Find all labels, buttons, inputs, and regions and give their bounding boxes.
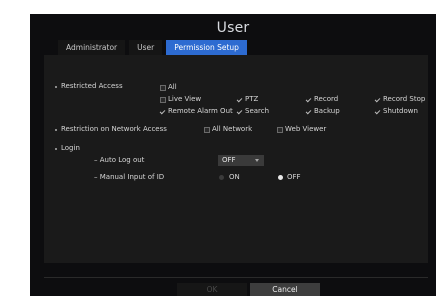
record-checkbox[interactable] (306, 97, 312, 103)
ptz-label: PTZ (245, 95, 259, 103)
tab-administrator[interactable]: Administrator (58, 40, 126, 55)
section-bullet (55, 129, 57, 131)
all-network-checkbox[interactable] (204, 127, 210, 133)
web-viewer-label: Web Viewer (285, 125, 327, 133)
ptz-checkbox[interactable] (237, 97, 243, 103)
auto-logout-label: – Auto Log out (94, 156, 145, 164)
manual-input-off-label: OFF (287, 173, 301, 181)
permission-panel: Restricted Access All Live View PTZ Reco… (44, 55, 428, 263)
live-view-checkbox[interactable] (160, 97, 166, 103)
record-label: Record (314, 95, 339, 103)
all-label: All (168, 83, 177, 91)
ok-button[interactable]: OK (177, 283, 247, 296)
restricted-access-label: Restricted Access (61, 82, 123, 90)
auto-logout-dropdown[interactable]: OFF (218, 155, 264, 166)
cancel-button[interactable]: Cancel (250, 283, 320, 296)
shutdown-checkbox[interactable] (375, 109, 381, 115)
backup-checkbox[interactable] (306, 109, 312, 115)
record-stop-checkbox[interactable] (375, 97, 381, 103)
web-viewer-checkbox[interactable] (277, 127, 283, 133)
search-checkbox[interactable] (237, 109, 243, 115)
section-bullet (55, 86, 57, 88)
remote-alarm-out-checkbox[interactable] (160, 109, 166, 115)
dialog-title: User (216, 20, 250, 36)
section-bullet (55, 148, 57, 150)
manual-input-text: Manual Input of ID (99, 173, 165, 181)
manual-input-off-radio[interactable] (278, 175, 283, 180)
remote-alarm-out-label: Remote Alarm Out (168, 107, 233, 115)
live-view-label: Live View (168, 95, 202, 103)
auto-logout-text: Auto Log out (99, 156, 145, 164)
all-network-label: All Network (212, 125, 253, 133)
user-dialog: User Administrator User Permission Setup… (30, 14, 436, 296)
tab-bar: Administrator User Permission Setup (58, 40, 247, 55)
backup-label: Backup (314, 107, 340, 115)
tab-permission-setup[interactable]: Permission Setup (166, 40, 247, 55)
all-checkbox[interactable] (160, 85, 166, 91)
chevron-down-icon (255, 159, 259, 162)
network-restriction-label: Restriction on Network Access (61, 125, 167, 133)
shutdown-label: Shutdown (383, 107, 418, 115)
manual-input-on-label: ON (229, 173, 240, 181)
footer-divider (44, 277, 428, 278)
manual-input-label: – Manual Input of ID (94, 173, 165, 181)
auto-logout-value: OFF (222, 156, 236, 164)
login-label: Login (61, 144, 80, 152)
tab-user[interactable]: User (129, 40, 163, 55)
search-label: Search (245, 107, 270, 115)
record-stop-label: Record Stop (383, 95, 426, 103)
manual-input-on-radio[interactable] (219, 175, 224, 180)
